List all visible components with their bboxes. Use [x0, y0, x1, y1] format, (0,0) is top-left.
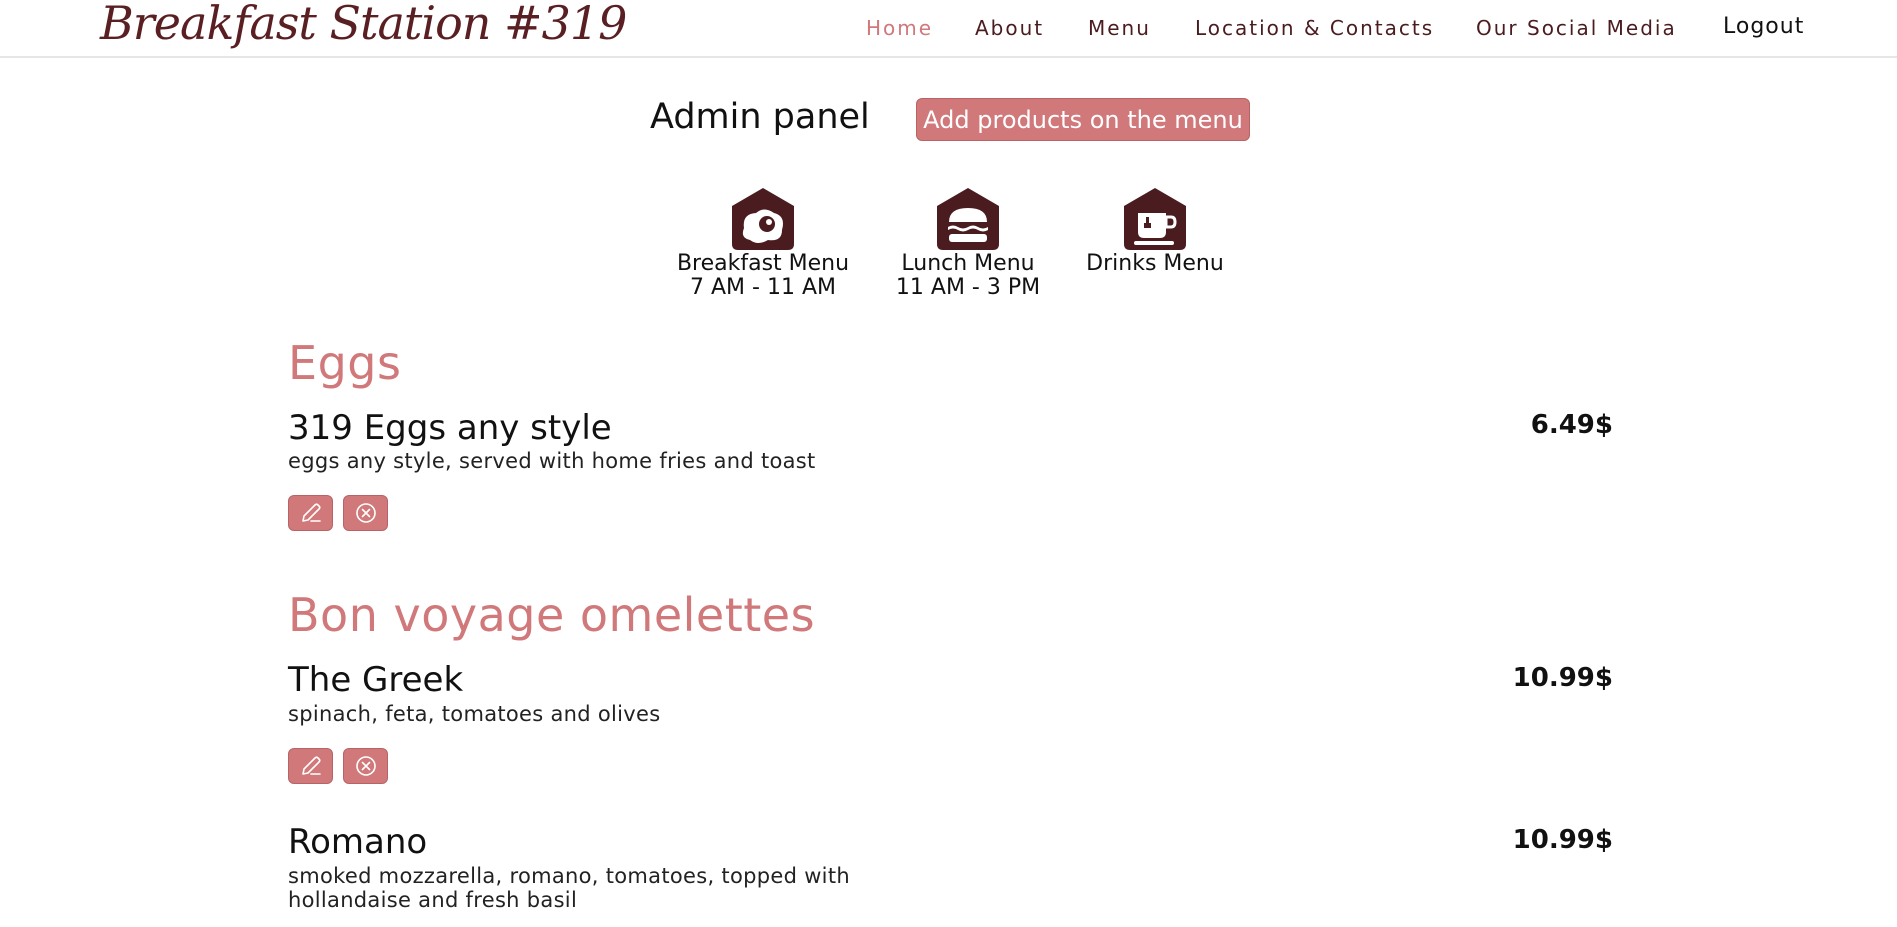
nav-location-contacts[interactable]: Location & Contacts — [1195, 16, 1434, 40]
category-label: Breakfast Menu — [676, 251, 850, 276]
edit-button[interactable] — [288, 748, 333, 784]
nav-menu[interactable]: Menu — [1088, 16, 1151, 40]
category-hours: 11 AM - 3 PM — [895, 275, 1041, 300]
menu-item-name: Romano — [288, 822, 428, 862]
brand-logo[interactable]: Breakfast Station #319 — [100, 0, 627, 50]
delete-button[interactable] — [343, 495, 388, 531]
category-hours: 7 AM - 11 AM — [690, 275, 836, 300]
close-circle-icon — [355, 503, 376, 523]
pencil-icon — [301, 756, 321, 775]
coffee-cup-icon — [1124, 188, 1186, 250]
top-navbar: Breakfast Station #319 Home About Menu L… — [0, 0, 1897, 58]
menu-item-name: 319 Eggs any style — [288, 408, 612, 448]
section-title-eggs: Eggs — [288, 336, 402, 390]
category-label: Drinks Menu — [1086, 251, 1224, 276]
fried-egg-icon — [732, 188, 794, 250]
burger-icon — [937, 188, 999, 250]
section-title-omelettes: Bon voyage omelettes — [288, 588, 816, 642]
category-drinks[interactable]: Drinks Menu — [1078, 186, 1232, 276]
category-breakfast[interactable]: Breakfast Menu 7 AM - 11 AM — [672, 186, 854, 300]
nav-about[interactable]: About — [975, 16, 1044, 40]
menu-item-description: eggs any style, served with home fries a… — [288, 449, 816, 473]
admin-panel-title: Admin panel — [650, 97, 870, 137]
pencil-icon — [301, 503, 321, 522]
logout-link[interactable]: Logout — [1723, 14, 1804, 39]
edit-button[interactable] — [288, 495, 333, 531]
category-lunch[interactable]: Lunch Menu 11 AM - 3 PM — [886, 186, 1050, 300]
nav-social-media[interactable]: Our Social Media — [1476, 16, 1677, 40]
menu-item-description: smoked mozzarella, romano, tomatoes, top… — [288, 864, 850, 912]
menu-item-description: spinach, feta, tomatoes and olives — [288, 702, 661, 726]
nav-home[interactable]: Home — [866, 16, 933, 40]
close-circle-icon — [355, 756, 376, 776]
category-label: Lunch Menu — [901, 251, 1035, 276]
delete-button[interactable] — [343, 748, 388, 784]
menu-item-price: 10.99$ — [1512, 825, 1613, 855]
menu-item-name: The Greek — [288, 660, 464, 700]
menu-item-price: 6.49$ — [1530, 410, 1613, 440]
menu-item-price: 10.99$ — [1512, 663, 1613, 693]
add-products-button[interactable]: Add products on the menu — [916, 98, 1250, 141]
